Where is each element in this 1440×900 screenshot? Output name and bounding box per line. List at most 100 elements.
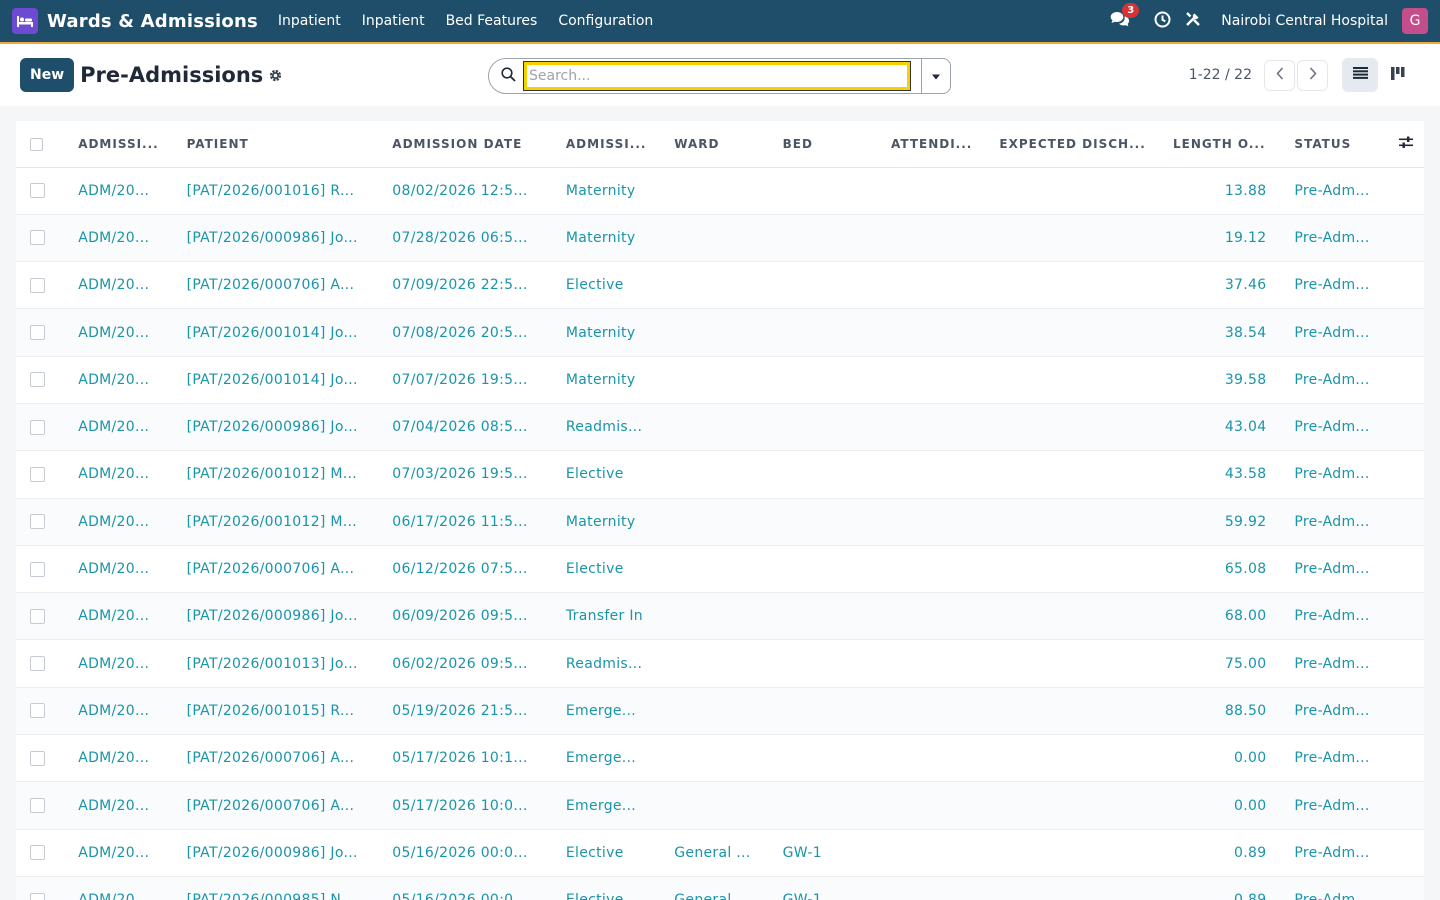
avatar[interactable]: G	[1402, 8, 1428, 34]
cell-attending[interactable]	[883, 403, 992, 452]
cell-expected-discharge[interactable]	[991, 592, 1165, 641]
gear-icon[interactable]	[269, 69, 282, 82]
cell-admission-date[interactable]: 08/02/2026 12:5...	[384, 167, 558, 215]
cell-admission-type[interactable]: Maternity	[557, 308, 667, 357]
cell-expected-discharge[interactable]	[991, 781, 1165, 830]
table-row[interactable]: ADM/20... [PAT/2026/001015] R... 05/19/202…	[16, 687, 1424, 736]
cell-attending[interactable]	[883, 356, 992, 404]
cell-length-of-stay[interactable]: 43.04	[1165, 403, 1287, 452]
cell-admission-ref[interactable]: ADM/20...	[70, 261, 179, 310]
cell-status[interactable]: Pre-Adm...	[1286, 639, 1399, 688]
cell-admission-type[interactable]: Maternity	[557, 356, 667, 404]
cell-admission-ref[interactable]: ADM/20...	[70, 498, 179, 546]
cell-status[interactable]: Pre-Adm...	[1286, 167, 1399, 215]
new-button[interactable]: New	[20, 58, 75, 92]
table-row[interactable]: ADM/20... [PAT/2026/000986] Jo... 07/04/20…	[16, 403, 1424, 452]
column-header-bed[interactable]: Bed	[774, 121, 884, 168]
column-header-admission[interactable]: Admissi...	[70, 121, 179, 168]
cell-admission-type[interactable]: Emerge...	[557, 781, 667, 830]
cell-bed[interactable]	[774, 639, 884, 688]
table-row[interactable]: ADM/20... [PAT/2026/001013] Jo... 06/02/20…	[16, 639, 1424, 688]
cell-attending[interactable]	[883, 734, 992, 783]
cell-patient[interactable]: [PAT/2026/000986] Jo...	[178, 403, 385, 452]
cell-admission-type[interactable]: Elective	[557, 876, 667, 900]
cell-patient[interactable]: [PAT/2026/000985] N...	[178, 876, 385, 900]
cell-status[interactable]: Pre-Adm...	[1286, 829, 1399, 877]
cell-attending[interactable]	[883, 498, 992, 546]
table-row[interactable]: ADM/20... [PAT/2026/001012] M... 07/03/202…	[16, 450, 1424, 499]
cell-patient[interactable]: [PAT/2026/001016] R...	[178, 167, 385, 215]
cell-bed[interactable]	[774, 498, 884, 546]
cell-status[interactable]: Pre-Adm...	[1286, 734, 1399, 783]
cell-bed[interactable]	[774, 450, 884, 499]
debug-tools-button[interactable]	[1185, 11, 1201, 31]
cell-status[interactable]: Pre-Adm...	[1286, 498, 1399, 546]
table-row[interactable]: ADM/20... [PAT/2026/000706] A... 05/17/202…	[16, 734, 1424, 783]
cell-admission-type[interactable]: Emerge...	[557, 687, 667, 736]
column-header-status[interactable]: Status	[1286, 121, 1399, 168]
cell-length-of-stay[interactable]: 65.08	[1165, 545, 1287, 594]
cell-admission-ref[interactable]: ADM/20...	[70, 214, 179, 263]
table-row[interactable]: ADM/20...[PAT/2026/000985] N...05/16/202…	[16, 876, 1424, 900]
cell-status[interactable]: Pre-Adm...	[1286, 545, 1399, 594]
cell-attending[interactable]	[883, 592, 992, 641]
cell-length-of-stay[interactable]: 39.58	[1165, 356, 1287, 404]
cell-length-of-stay[interactable]: 59.92	[1165, 498, 1287, 546]
optional-columns-toggle[interactable]	[1398, 121, 1424, 168]
cell-patient[interactable]: [PAT/2026/001014] Jo...	[178, 356, 385, 404]
row-checkbox[interactable]	[30, 845, 45, 861]
bed-icon[interactable]	[12, 8, 38, 34]
cell-patient[interactable]: [PAT/2026/001012] M...	[178, 450, 385, 499]
cell-expected-discharge[interactable]	[991, 734, 1165, 783]
cell-attending[interactable]	[883, 308, 992, 357]
column-header-length-of-stay[interactable]: Length o...	[1165, 121, 1287, 168]
cell-admission-date[interactable]: 05/16/2026 00:0...	[384, 876, 558, 900]
table-row[interactable]: ADM/20... [PAT/2026/000986] Jo... 06/09/20…	[16, 592, 1424, 641]
cell-admission-date[interactable]: 06/09/2026 09:5...	[384, 592, 558, 641]
cell-expected-discharge[interactable]	[991, 403, 1165, 452]
kanban-view-button[interactable]	[1380, 58, 1416, 92]
cell-status[interactable]: Pre-Adm...	[1286, 308, 1399, 357]
cell-expected-discharge[interactable]	[991, 876, 1165, 900]
cell-admission-ref[interactable]: ADM/20...	[70, 545, 179, 594]
pager-value[interactable]: 1-22 / 22	[1189, 67, 1252, 83]
cell-patient[interactable]: [PAT/2026/001013] Jo...	[178, 639, 385, 688]
cell-expected-discharge[interactable]	[991, 167, 1165, 215]
cell-status[interactable]: Pre-Adm...	[1286, 403, 1399, 452]
cell-bed[interactable]	[774, 356, 884, 404]
cell-ward[interactable]: General ...	[666, 876, 775, 900]
cell-admission-type[interactable]: Readmis...	[557, 639, 667, 688]
cell-admission-date[interactable]: 07/28/2026 06:5...	[384, 214, 558, 263]
cell-patient[interactable]: [PAT/2026/000986] Jo...	[178, 829, 385, 877]
cell-admission-date[interactable]: 06/12/2026 07:5...	[384, 545, 558, 594]
list-view-button[interactable]	[1342, 58, 1378, 92]
cell-admission-ref[interactable]: ADM/20...	[70, 592, 179, 641]
cell-ward[interactable]	[666, 781, 775, 830]
cell-patient[interactable]: [PAT/2026/001015] R...	[178, 687, 385, 736]
pager-next-button[interactable]	[1297, 59, 1328, 91]
column-header-admission-type[interactable]: Admissi...	[557, 121, 667, 168]
cell-admission-type[interactable]: Elective	[557, 545, 667, 594]
search-options-toggle[interactable]	[921, 58, 951, 94]
row-checkbox[interactable]	[30, 514, 45, 530]
cell-bed[interactable]: GW-1	[774, 876, 884, 900]
cell-attending[interactable]	[883, 876, 992, 900]
cell-attending[interactable]	[883, 781, 992, 830]
table-row[interactable]: ADM/20... [PAT/2026/000706] A... 06/12/202…	[16, 545, 1424, 594]
cell-admission-date[interactable]: 07/04/2026 08:5...	[384, 403, 558, 452]
cell-length-of-stay[interactable]: 37.46	[1165, 261, 1287, 310]
table-row[interactable]: ADM/20... [PAT/2026/000706] A... 05/17/202…	[16, 781, 1424, 830]
cell-admission-date[interactable]: 07/09/2026 22:5...	[384, 261, 558, 310]
cell-admission-type[interactable]: Elective	[557, 450, 667, 499]
search-input[interactable]	[523, 61, 911, 91]
row-checkbox[interactable]	[30, 750, 45, 766]
cell-admission-date[interactable]: 05/17/2026 10:1...	[384, 734, 558, 783]
cell-admission-ref[interactable]: ADM/20...	[70, 308, 179, 357]
cell-status[interactable]: Pre-Adm...	[1286, 214, 1399, 263]
cell-admission-ref[interactable]: ADM/20...	[70, 403, 179, 452]
cell-patient[interactable]: [PAT/2026/000986] Jo...	[178, 214, 385, 263]
cell-length-of-stay[interactable]: 0.00	[1165, 781, 1287, 830]
column-header-attending[interactable]: Attendi...	[883, 121, 992, 168]
cell-patient[interactable]: [PAT/2026/001014] Jo...	[178, 308, 385, 357]
cell-patient[interactable]: [PAT/2026/000706] A...	[178, 734, 385, 783]
